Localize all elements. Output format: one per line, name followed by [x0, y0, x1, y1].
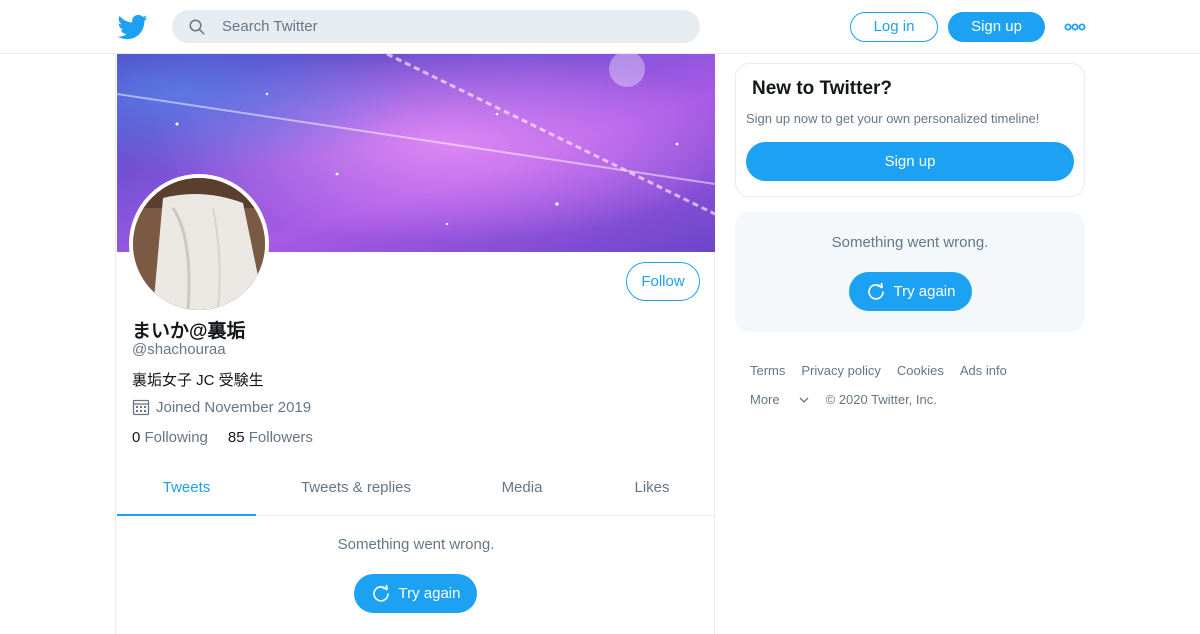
followers-label: Followers [248, 429, 313, 446]
profile-column: Follow まいか@裏垢 @shachouraa 裏垢女子 JC 受験生 Jo… [115, 54, 715, 634]
signup-button[interactable]: Sign up [948, 12, 1045, 42]
sidebar-error-card: Something went wrong. Try again [735, 212, 1085, 332]
joined-date: Joined November 2019 [132, 398, 311, 416]
timeline-error-message: Something went wrong. [337, 536, 495, 553]
refresh-icon [372, 584, 389, 602]
footer-link-cookies[interactable]: Cookies [897, 363, 944, 378]
footer-link-terms[interactable]: Terms [750, 363, 785, 378]
sidebar-try-again-button[interactable]: Try again [849, 272, 972, 311]
profile-tabs: Tweets Tweets & replies Media Likes [117, 466, 715, 516]
sidebar-error-message: Something went wrong. [831, 234, 989, 251]
tab-tweets[interactable]: Tweets [117, 466, 256, 516]
tab-likes[interactable]: Likes [612, 466, 692, 516]
try-again-label: Try again [893, 283, 956, 300]
following-count: 0 [132, 429, 141, 446]
new-to-twitter-title: New to Twitter? [752, 78, 893, 99]
search-icon [189, 19, 205, 35]
refresh-icon [867, 282, 884, 300]
tab-tweets-replies[interactable]: Tweets & replies [287, 466, 425, 516]
copyright: © 2020 Twitter, Inc. [825, 392, 937, 407]
footer-more-button[interactable]: More [750, 392, 810, 407]
following-link[interactable]: 0 Following [132, 429, 208, 446]
following-label: Following [144, 429, 208, 446]
footer-links: Terms Privacy policy Cookies Ads info Mo… [750, 363, 1080, 421]
search-input[interactable] [222, 10, 682, 43]
top-nav-bar: Log in Sign up [0, 0, 1200, 54]
screen-name: @shachouraa [132, 341, 226, 358]
try-again-label: Try again [398, 585, 461, 602]
calendar-icon [132, 399, 150, 416]
new-to-twitter-card: New to Twitter? Sign up now to get your … [735, 63, 1085, 197]
profile-bio: 裏垢女子 JC 受験生 [132, 372, 264, 389]
footer-link-ads-info[interactable]: Ads info [960, 363, 1007, 378]
footer-more-label: More [750, 392, 780, 407]
followers-count: 85 [227, 429, 245, 446]
chevron-down-icon [799, 397, 809, 403]
more-dots-icon[interactable] [1064, 18, 1086, 36]
avatar[interactable] [129, 174, 269, 314]
follow-button[interactable]: Follow [626, 262, 700, 301]
joined-text: Joined November 2019 [156, 398, 312, 416]
new-to-twitter-subtitle: Sign up now to get your own personalized… [746, 111, 1040, 126]
footer-link-privacy[interactable]: Privacy policy [801, 363, 880, 378]
tab-media[interactable]: Media [477, 466, 567, 516]
search-bar[interactable] [172, 10, 700, 43]
followers-link[interactable]: 85 Followers [228, 429, 313, 446]
timeline-try-again-button[interactable]: Try again [354, 574, 477, 613]
twitter-bird-icon[interactable] [118, 12, 148, 42]
profile-stats: 0 Following 85 Followers [132, 429, 333, 446]
display-name: まいか@裏垢 [132, 321, 246, 342]
login-button[interactable]: Log in [850, 12, 938, 42]
sidebar-signup-button[interactable]: Sign up [746, 142, 1074, 181]
